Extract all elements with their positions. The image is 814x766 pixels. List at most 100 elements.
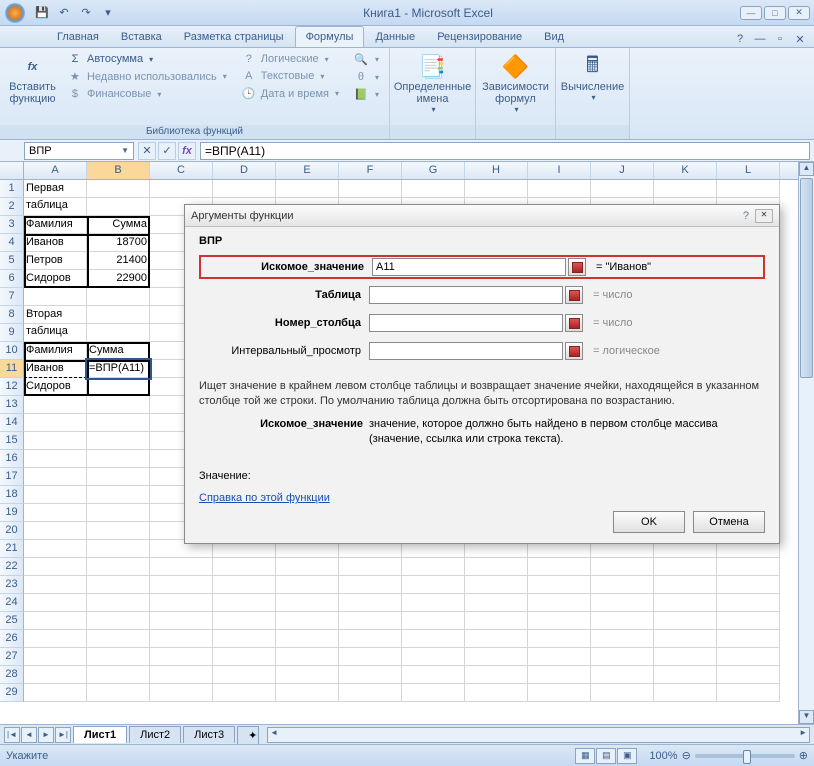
column-headers[interactable]: ABCDEFGHIJKL bbox=[24, 162, 814, 180]
cell-G25[interactable] bbox=[402, 612, 465, 630]
cell-B2[interactable] bbox=[87, 198, 150, 216]
cell-B3[interactable]: Сумма bbox=[87, 216, 150, 234]
cell-A9[interactable] bbox=[24, 324, 87, 342]
dialog-titlebar[interactable]: Аргументы функции ? ✕ bbox=[185, 205, 779, 227]
cell-A18[interactable] bbox=[24, 486, 87, 504]
cell-D24[interactable] bbox=[213, 594, 276, 612]
minimize-button[interactable]: — bbox=[740, 6, 762, 20]
cell-E28[interactable] bbox=[276, 666, 339, 684]
cell-L27[interactable] bbox=[717, 648, 780, 666]
cell-E24[interactable] bbox=[276, 594, 339, 612]
cell-F24[interactable] bbox=[339, 594, 402, 612]
cell-B11[interactable]: =ВПР(A11) bbox=[87, 360, 150, 378]
range-select-button[interactable] bbox=[565, 286, 583, 304]
arg-input-1[interactable] bbox=[369, 286, 563, 304]
tab-home[interactable]: Главная bbox=[46, 26, 110, 47]
cell-K22[interactable] bbox=[654, 558, 717, 576]
fx-button[interactable]: fx bbox=[178, 142, 196, 160]
qat-dropdown-icon[interactable]: ▾ bbox=[100, 5, 116, 21]
column-header-E[interactable]: E bbox=[276, 162, 339, 179]
cell-A14[interactable] bbox=[24, 414, 87, 432]
cell-B1[interactable] bbox=[87, 180, 150, 198]
cell-B12[interactable] bbox=[87, 378, 150, 396]
cell-B15[interactable] bbox=[87, 432, 150, 450]
tab-formulas[interactable]: Формулы bbox=[295, 26, 365, 47]
scroll-down-icon[interactable]: ▼ bbox=[799, 710, 814, 724]
cell-B10[interactable]: Сумма bbox=[87, 342, 150, 360]
cell-E22[interactable] bbox=[276, 558, 339, 576]
cell-D22[interactable] bbox=[213, 558, 276, 576]
cell-B20[interactable] bbox=[87, 522, 150, 540]
cell-I22[interactable] bbox=[528, 558, 591, 576]
cell-A21[interactable] bbox=[24, 540, 87, 558]
cell-C27[interactable] bbox=[150, 648, 213, 666]
dialog-close-button[interactable]: ✕ bbox=[755, 209, 773, 223]
column-header-G[interactable]: G bbox=[402, 162, 465, 179]
horizontal-scrollbar[interactable] bbox=[267, 727, 810, 743]
close-button[interactable]: ✕ bbox=[788, 6, 810, 20]
cell-B13[interactable] bbox=[87, 396, 150, 414]
cell-A7[interactable] bbox=[24, 288, 87, 306]
cell-G23[interactable] bbox=[402, 576, 465, 594]
row-header-14[interactable]: 14 bbox=[0, 414, 24, 432]
cell-A23[interactable] bbox=[24, 576, 87, 594]
cell-K26[interactable] bbox=[654, 630, 717, 648]
cell-L29[interactable] bbox=[717, 684, 780, 702]
tab-review[interactable]: Рецензирование bbox=[426, 26, 533, 47]
datetime-button[interactable]: 🕒Дата и время bbox=[237, 85, 343, 102]
cell-L23[interactable] bbox=[717, 576, 780, 594]
cell-C24[interactable] bbox=[150, 594, 213, 612]
cell-C28[interactable] bbox=[150, 666, 213, 684]
cell-H23[interactable] bbox=[465, 576, 528, 594]
defined-names-button[interactable]: 📑 Определенные имена bbox=[403, 51, 463, 116]
cell-A17[interactable] bbox=[24, 468, 87, 486]
tab-nav-first[interactable]: |◄ bbox=[4, 727, 20, 743]
cell-B25[interactable] bbox=[87, 612, 150, 630]
cell-B26[interactable] bbox=[87, 630, 150, 648]
cell-A29[interactable] bbox=[24, 684, 87, 702]
cell-F25[interactable] bbox=[339, 612, 402, 630]
row-header-8[interactable]: 8 bbox=[0, 306, 24, 324]
cell-J27[interactable] bbox=[591, 648, 654, 666]
tab-nav-last[interactable]: ►| bbox=[55, 727, 71, 743]
row-header-12[interactable]: 12 bbox=[0, 378, 24, 396]
cell-F27[interactable] bbox=[339, 648, 402, 666]
autosum-button[interactable]: ΣАвтосумма bbox=[63, 51, 231, 67]
formula-input[interactable] bbox=[200, 142, 810, 160]
cell-E29[interactable] bbox=[276, 684, 339, 702]
undo-icon[interactable]: ↶ bbox=[56, 5, 72, 21]
cell-C29[interactable] bbox=[150, 684, 213, 702]
ribbon-minimize-icon[interactable]: — bbox=[752, 31, 768, 47]
cell-D1[interactable] bbox=[213, 180, 276, 198]
cell-B4[interactable]: 18700 bbox=[87, 234, 150, 252]
column-header-A[interactable]: A bbox=[24, 162, 87, 179]
row-header-27[interactable]: 27 bbox=[0, 648, 24, 666]
row-header-4[interactable]: 4 bbox=[0, 234, 24, 252]
cell-K25[interactable] bbox=[654, 612, 717, 630]
insert-function-button[interactable]: fx Вставить функцию bbox=[6, 51, 59, 107]
cell-B8[interactable] bbox=[87, 306, 150, 324]
function-help-link[interactable]: Справка по этой функции bbox=[199, 492, 330, 504]
cell-G28[interactable] bbox=[402, 666, 465, 684]
column-header-I[interactable]: I bbox=[528, 162, 591, 179]
cell-A26[interactable] bbox=[24, 630, 87, 648]
more-button[interactable]: 📗 bbox=[349, 86, 383, 103]
cell-J24[interactable] bbox=[591, 594, 654, 612]
column-header-K[interactable]: K bbox=[654, 162, 717, 179]
cell-K23[interactable] bbox=[654, 576, 717, 594]
row-header-3[interactable]: 3 bbox=[0, 216, 24, 234]
cell-A20[interactable] bbox=[24, 522, 87, 540]
redo-icon[interactable]: ↷ bbox=[78, 5, 94, 21]
cell-A11[interactable]: Иванов bbox=[24, 360, 87, 378]
row-header-19[interactable]: 19 bbox=[0, 504, 24, 522]
row-header-16[interactable]: 16 bbox=[0, 450, 24, 468]
row-header-22[interactable]: 22 bbox=[0, 558, 24, 576]
row-header-7[interactable]: 7 bbox=[0, 288, 24, 306]
tab-nav-next[interactable]: ► bbox=[38, 727, 54, 743]
cell-D26[interactable] bbox=[213, 630, 276, 648]
cell-C22[interactable] bbox=[150, 558, 213, 576]
cell-D28[interactable] bbox=[213, 666, 276, 684]
row-header-21[interactable]: 21 bbox=[0, 540, 24, 558]
tab-layout[interactable]: Разметка страницы bbox=[173, 26, 295, 47]
cell-J22[interactable] bbox=[591, 558, 654, 576]
